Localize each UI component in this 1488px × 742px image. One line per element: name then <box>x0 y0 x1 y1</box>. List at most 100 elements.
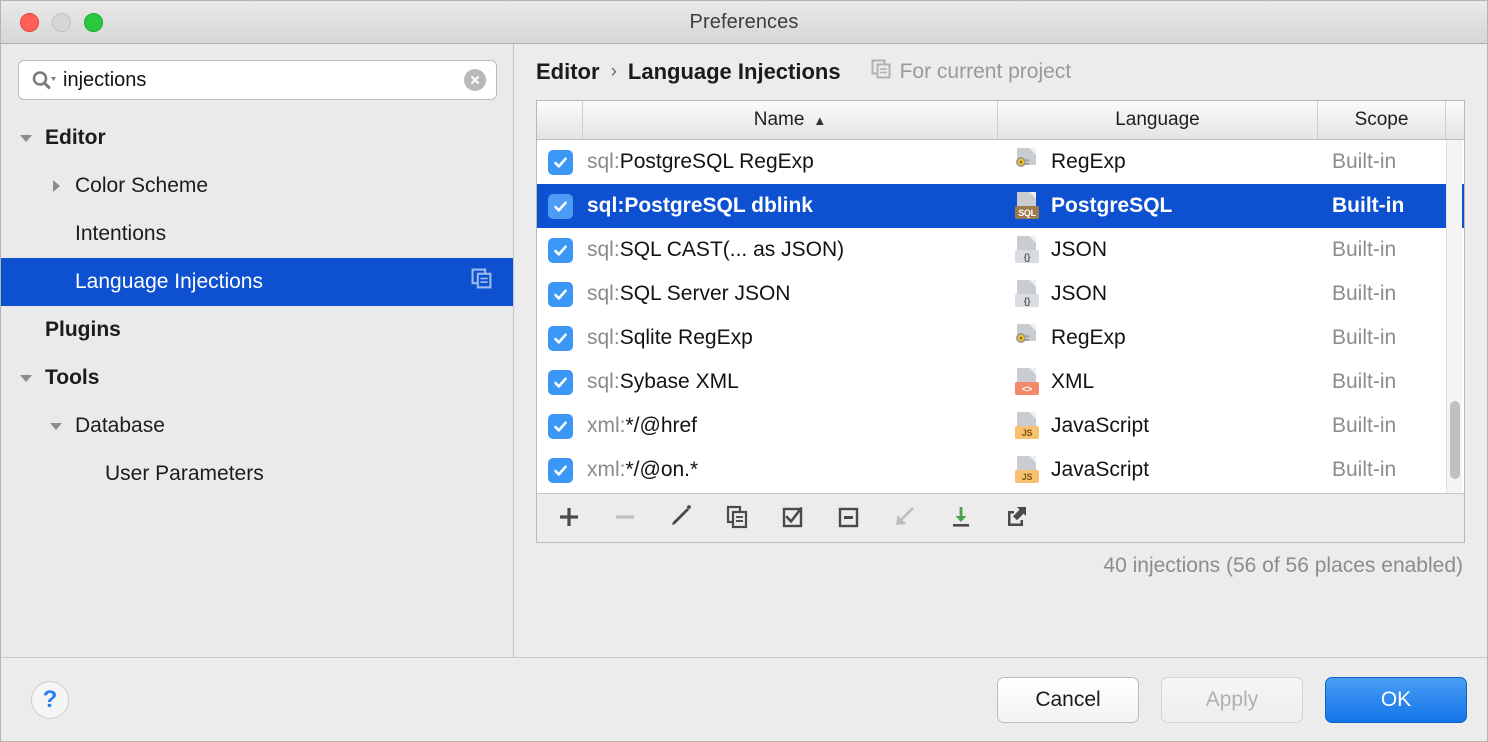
column-header-language-label: Language <box>1115 109 1200 131</box>
apply-button[interactable]: Apply <box>1161 677 1303 723</box>
scrollbar-thumb[interactable] <box>1450 401 1460 479</box>
edit-button[interactable] <box>665 502 697 534</box>
title-bar: Preferences <box>1 1 1487 44</box>
row-checkbox[interactable] <box>548 238 573 263</box>
row-scope-cell: Built-in <box>1318 370 1446 394</box>
table-row[interactable]: sql: PostgreSQL RegExpRegExpBuilt-in <box>537 140 1464 184</box>
table-body: sql: PostgreSQL RegExpRegExpBuilt-insql:… <box>537 140 1464 493</box>
row-checkbox[interactable] <box>548 150 573 175</box>
sidebar-item-label: Color Scheme <box>75 174 208 198</box>
sidebar-item-database[interactable]: Database <box>1 402 513 450</box>
row-checkbox-cell <box>537 238 583 263</box>
row-name-text: SQL Server JSON <box>620 282 791 306</box>
enable-all-button[interactable] <box>777 502 809 534</box>
table-header: Name ▲ Language Scope <box>537 101 1464 140</box>
xml-icon: <> <box>1014 368 1040 396</box>
row-name-text: Sybase XML <box>620 370 739 394</box>
tree-spacer <box>45 223 67 245</box>
gear-badge-icon <box>1014 328 1030 352</box>
search-input[interactable] <box>63 69 464 92</box>
row-name-prefix: sql: <box>587 326 620 350</box>
chevron-down-icon[interactable] <box>45 415 67 437</box>
row-name-prefix: sql: <box>587 370 620 394</box>
column-header-language[interactable]: Language <box>998 101 1318 139</box>
row-language-cell: {}JSON <box>998 280 1318 308</box>
row-checkbox-cell <box>537 194 583 219</box>
search-icon <box>31 70 57 90</box>
export-button[interactable] <box>1001 502 1033 534</box>
row-language-text: JavaScript <box>1051 414 1149 438</box>
sidebar-item-label: Editor <box>45 126 106 150</box>
row-name-text: Sqlite RegExp <box>620 326 753 350</box>
table-row[interactable]: xml: */@styleCSSCSSBuilt-in <box>537 492 1464 493</box>
sidebar-item-tools[interactable]: Tools <box>1 354 513 402</box>
copy-icon <box>871 59 892 86</box>
table-row[interactable]: sql: SQL Server JSON {}JSONBuilt-in <box>537 272 1464 316</box>
js-icon: JS <box>1014 412 1040 440</box>
row-checkbox[interactable] <box>548 282 573 307</box>
sidebar-item-plugins[interactable]: Plugins <box>1 306 513 354</box>
table-row[interactable]: sql: Sqlite RegExpRegExpBuilt-in <box>537 316 1464 360</box>
table-vertical-scrollbar[interactable] <box>1446 140 1462 493</box>
export-icon <box>1004 504 1030 533</box>
table-row[interactable]: xml: */@hrefJSJavaScriptBuilt-in <box>537 404 1464 448</box>
row-checkbox-cell <box>537 370 583 395</box>
row-checkbox[interactable] <box>548 194 573 219</box>
row-name-cell: xml: */@href <box>583 414 998 438</box>
help-button[interactable]: ? <box>31 681 69 719</box>
chevron-down-icon[interactable] <box>15 127 37 149</box>
cancel-button[interactable]: Cancel <box>997 677 1139 723</box>
sql-icon: SQL <box>1014 192 1040 220</box>
import-button[interactable] <box>945 502 977 534</box>
row-language-text: XML <box>1051 370 1094 394</box>
table-row[interactable]: sql: SQL CAST(... as JSON){}JSONBuilt-in <box>537 228 1464 272</box>
remove-button <box>609 502 641 534</box>
row-checkbox[interactable] <box>548 458 573 483</box>
row-language-text: RegExp <box>1051 326 1126 350</box>
row-checkbox[interactable] <box>548 370 573 395</box>
clear-search-icon[interactable] <box>464 69 486 91</box>
column-header-name[interactable]: Name ▲ <box>583 101 998 139</box>
dialog-body: EditorColor SchemeIntentionsLanguage Inj… <box>1 44 1487 657</box>
row-language-text: JSON <box>1051 238 1107 262</box>
row-language-cell: RegExp <box>998 148 1318 176</box>
row-name-prefix: sql: <box>587 282 620 306</box>
row-name-text: SQL CAST(... as JSON) <box>620 238 844 262</box>
sidebar-item-user-parameters[interactable]: User Parameters <box>1 450 513 498</box>
row-checkbox[interactable] <box>548 326 573 351</box>
row-name-prefix: xml: <box>587 414 626 438</box>
breadcrumb-current: Language Injections <box>628 59 841 85</box>
sidebar-item-color-scheme[interactable]: Color Scheme <box>1 162 513 210</box>
table-row[interactable]: xml: */@on.*JSJavaScriptBuilt-in <box>537 448 1464 492</box>
table-toolbar <box>537 493 1464 542</box>
row-checkbox[interactable] <box>548 414 573 439</box>
breadcrumb-root[interactable]: Editor <box>536 59 600 85</box>
add-button[interactable] <box>553 502 585 534</box>
row-name-text: PostgreSQL RegExp <box>620 150 814 174</box>
regexp-icon <box>1014 324 1040 352</box>
row-language-text: PostgreSQL <box>1051 194 1172 218</box>
row-language-cell: RegExp <box>998 324 1318 352</box>
copy-icon <box>724 504 750 533</box>
json-icon-badge: {} <box>1015 250 1039 263</box>
dialog-footer: ? Cancel Apply OK <box>1 657 1487 741</box>
table-row[interactable]: sql: PostgreSQL dblinkSQLPostgreSQLBuilt… <box>537 184 1464 228</box>
sidebar-item-label: Plugins <box>45 318 121 342</box>
sidebar-item-language-injections[interactable]: Language Injections <box>1 258 513 306</box>
chevron-right-icon[interactable] <box>45 175 67 197</box>
duplicate-button[interactable] <box>721 502 753 534</box>
sidebar-item-intentions[interactable]: Intentions <box>1 210 513 258</box>
sidebar-item-editor[interactable]: Editor <box>1 114 513 162</box>
column-header-scope[interactable]: Scope <box>1318 101 1446 139</box>
table-row[interactable]: sql: Sybase XML <> XML Built-in <box>537 360 1464 404</box>
chevron-down-icon[interactable] <box>15 367 37 389</box>
search-box[interactable] <box>18 60 497 100</box>
row-scope-cell: Built-in <box>1318 282 1446 306</box>
row-checkbox-cell <box>537 326 583 351</box>
disable-all-button[interactable] <box>833 502 865 534</box>
ok-button[interactable]: OK <box>1325 677 1467 723</box>
tree-spacer <box>15 319 37 341</box>
tree-spacer <box>45 271 67 293</box>
sidebar-item-label: User Parameters <box>105 462 264 486</box>
row-checkbox-cell <box>537 150 583 175</box>
